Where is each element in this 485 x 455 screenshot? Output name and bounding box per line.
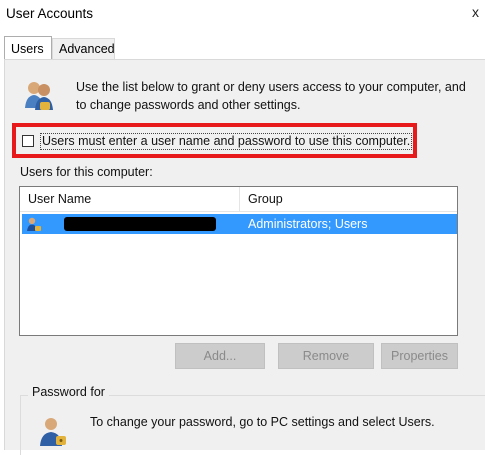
column-header-group[interactable]: Group: [240, 187, 457, 211]
table-row[interactable]: Administrators; Users: [22, 214, 457, 234]
properties-button[interactable]: Properties: [381, 343, 458, 369]
row-group: Administrators; Users: [248, 217, 368, 231]
remove-button[interactable]: Remove: [278, 343, 374, 369]
title-bar: User Accounts x: [0, 0, 485, 30]
tab-advanced[interactable]: Advanced: [52, 38, 115, 59]
redacted-user-name: [64, 217, 216, 231]
password-legend: Password for: [28, 385, 109, 399]
list-header: User Name Group: [20, 187, 457, 212]
users-list[interactable]: User Name Group Administrators; Users: [19, 186, 458, 336]
users-list-caption: Users for this computer:: [20, 165, 153, 179]
column-header-user-name[interactable]: User Name: [20, 187, 240, 211]
require-login-checkbox[interactable]: [22, 135, 34, 147]
add-button[interactable]: Add...: [175, 343, 265, 369]
tab-strip: Users Advanced: [0, 36, 485, 60]
users-icon: [25, 82, 53, 110]
require-login-label[interactable]: Users must enter a user name and passwor…: [40, 133, 413, 150]
window-title: User Accounts: [6, 6, 94, 21]
user-key-icon: [40, 418, 66, 446]
tab-users[interactable]: Users: [4, 36, 52, 59]
password-text: To change your password, go to PC settin…: [90, 415, 435, 429]
user-icon: [27, 217, 41, 231]
close-icon[interactable]: x: [472, 4, 479, 20]
intro-text: Use the list below to grant or deny user…: [76, 80, 466, 112]
